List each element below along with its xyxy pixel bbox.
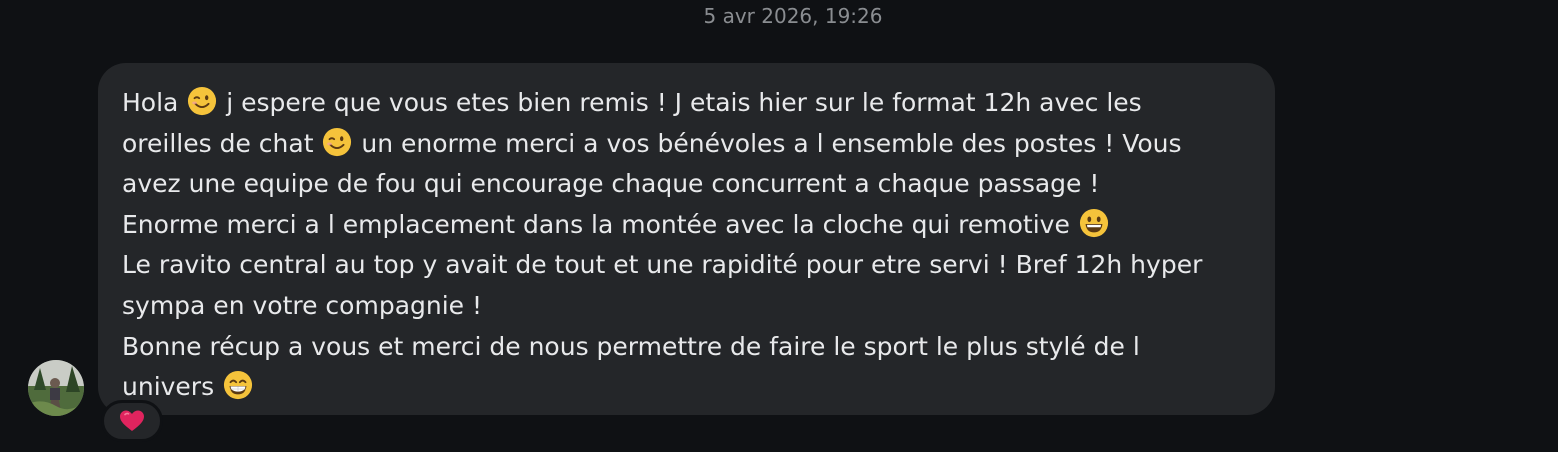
message-text: un enorme merci a vos bénévoles a l ense… xyxy=(353,128,1182,158)
message-text: oreilles de chat xyxy=(122,128,322,158)
message-text: sympa en votre compagnie ! xyxy=(122,290,483,320)
grinning-emoji xyxy=(1079,208,1108,237)
message-line: sympa en votre compagnie ! xyxy=(122,286,1259,327)
message-text: Enorme merci a l emplacement dans la mon… xyxy=(122,209,1078,239)
wink-emoji xyxy=(323,127,352,156)
message-line: Le ravito central au top y avait de tout… xyxy=(122,245,1259,286)
message-text: Hola xyxy=(122,88,187,117)
profile-photo-icon xyxy=(28,360,84,416)
message-line: Bonne récup a vous et merci de nous perm… xyxy=(122,327,1259,368)
beaming-smile-emoji xyxy=(224,371,253,400)
message-text: Le ravito central au top y avait de tout… xyxy=(122,250,1203,280)
message-bubble[interactable]: Hola j espere que vous etes bien remis !… xyxy=(98,63,1275,415)
message-line: univers xyxy=(122,367,1259,408)
message-text: Bonne récup a vous et merci de nous perm… xyxy=(122,331,1140,361)
sender-avatar[interactable] xyxy=(28,360,84,416)
message-text: univers xyxy=(122,372,223,402)
message-timestamp: 5 avr 2026, 19:26 xyxy=(703,4,883,28)
message-line: Enorme merci a l emplacement dans la mon… xyxy=(122,205,1259,246)
heart-icon xyxy=(120,410,144,431)
reaction-badge[interactable] xyxy=(101,400,163,442)
message-line: Hola j espere que vous etes bien remis !… xyxy=(122,83,1259,124)
message-text: j espere que vous etes bien remis ! J et… xyxy=(218,88,1142,117)
message-text: avez une equipe de fou qui encourage cha… xyxy=(122,169,1100,199)
wink-emoji xyxy=(188,86,217,116)
message-line: avez une equipe de fou qui encourage cha… xyxy=(122,164,1259,205)
message-line: oreilles de chat un enorme merci a vos b… xyxy=(122,124,1259,165)
